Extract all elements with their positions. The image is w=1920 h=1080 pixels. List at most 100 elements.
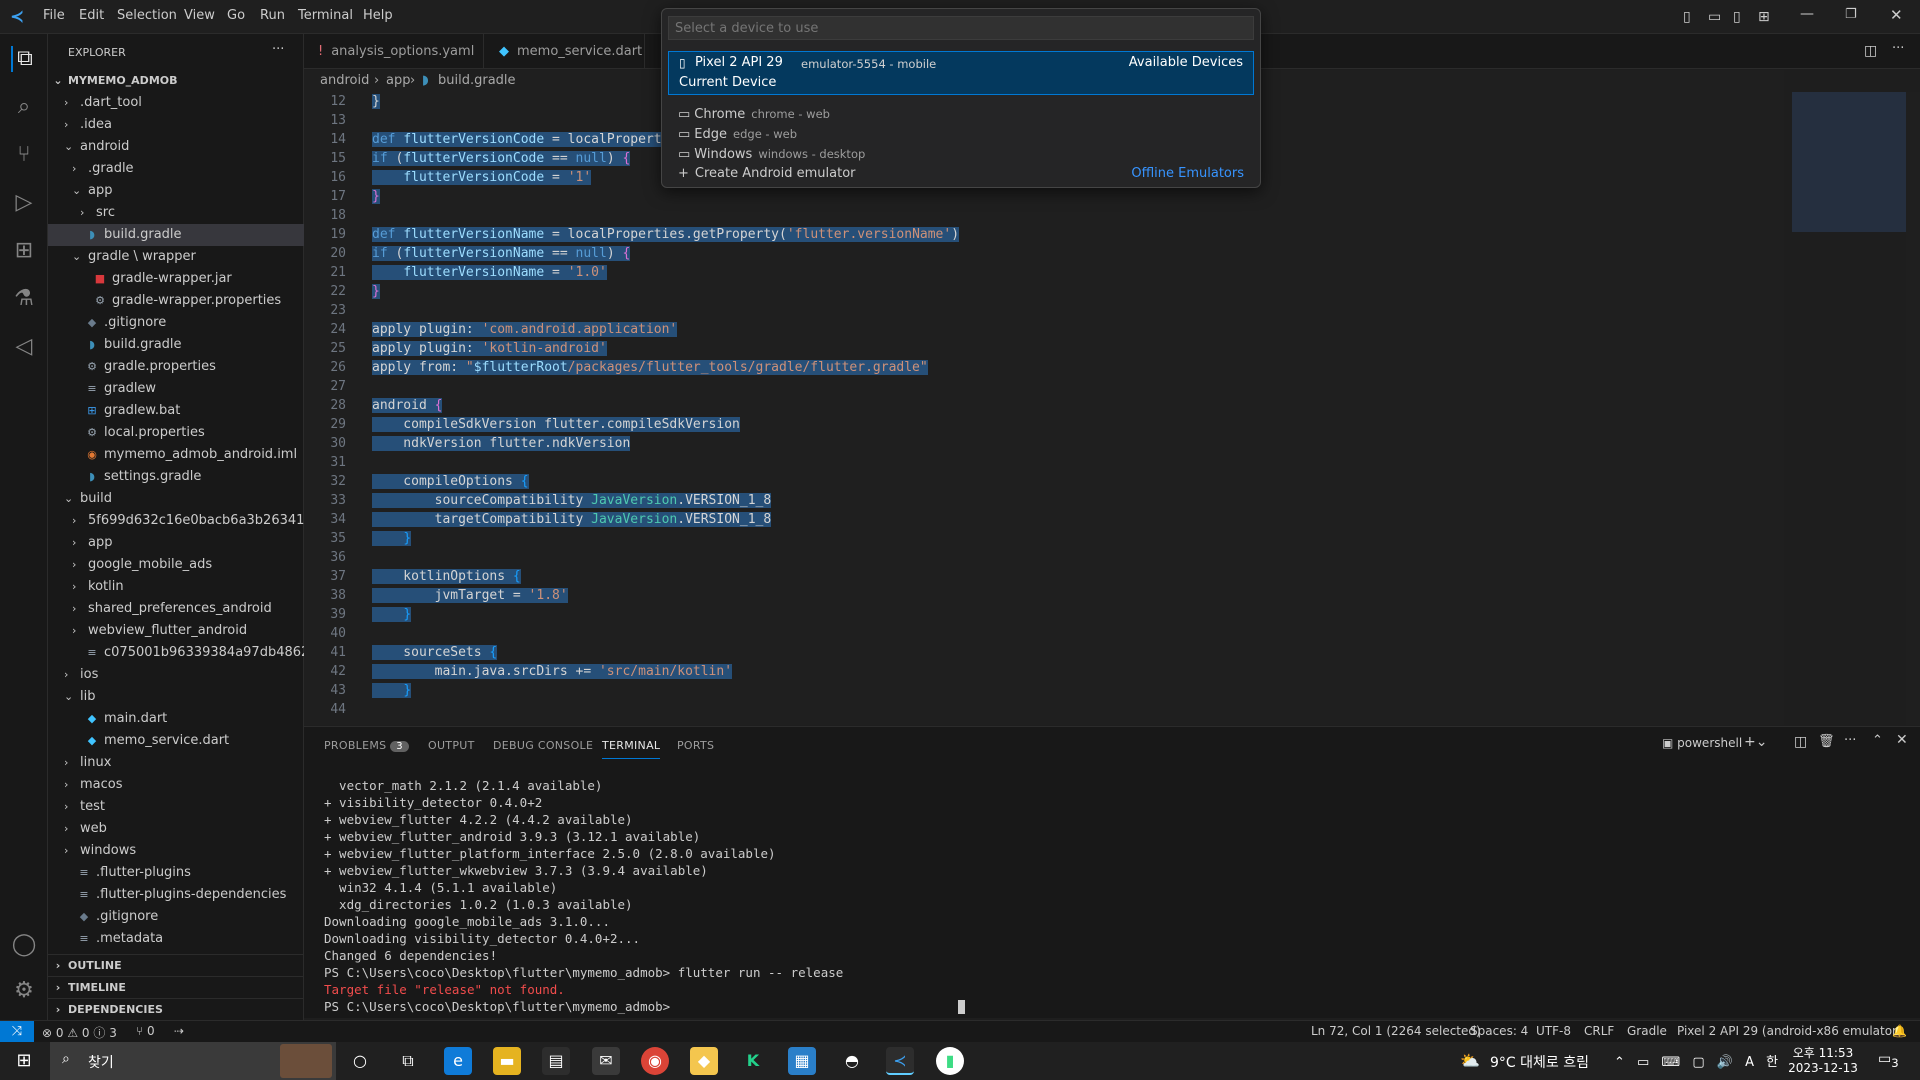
tree-item[interactable]: ◆ .gitignore [48, 906, 304, 928]
tree-item[interactable]: ⚙ gradle-wrapper.properties [48, 290, 304, 312]
flutter-device[interactable]: Pixel 2 API 29 (android-x86 emulator) [1677, 1024, 1902, 1038]
remote-indicator-icon[interactable]: ⤨ [0, 1021, 34, 1043]
menu-file[interactable]: File [43, 8, 65, 23]
tree-item[interactable]: › .gradle [48, 158, 304, 180]
tree-item[interactable]: ■ gradle-wrapper.jar [48, 268, 304, 290]
notifications-bell-icon[interactable]: 🔔 [1892, 1024, 1907, 1038]
tree-item[interactable]: ⌄ gradle \ wrapper [48, 246, 304, 268]
maximize-panel-icon[interactable]: ⌃ [1872, 733, 1883, 748]
minimize-icon[interactable]: — [1800, 6, 1814, 22]
language-mode[interactable]: Gradle [1627, 1024, 1667, 1038]
clock[interactable]: 오후 11:53 2023-12-13 [1788, 1044, 1858, 1075]
tree-item[interactable]: ≡ .flutter-plugins-dependencies [48, 884, 304, 906]
encoding[interactable]: UTF-8 [1536, 1024, 1571, 1038]
device-item-selected[interactable]: ▯ Pixel 2 API 29 emulator-5554 - mobile … [668, 51, 1254, 95]
menu-terminal[interactable]: Terminal [298, 8, 353, 23]
tree-item[interactable]: ◉ mymemo_admob_android.iml [48, 444, 304, 466]
breadcrumb-android[interactable]: android [320, 73, 369, 88]
kakao-icon[interactable]: ◆ [690, 1047, 718, 1075]
tree-item[interactable]: ⚙ local.properties [48, 422, 304, 444]
split-editor-icon[interactable]: ◫ [1864, 43, 1877, 59]
close-icon[interactable]: ✕ [1890, 6, 1903, 24]
tree-item[interactable]: ⊞ gradlew.bat [48, 400, 304, 422]
tab-memo-service[interactable]: ◆ memo_service.dart [485, 34, 645, 69]
device-item-chrome[interactable]: ▭ Chrome chrome - web [668, 103, 1254, 125]
menu-selection[interactable]: Selection [117, 8, 177, 23]
close-panel-icon[interactable]: ✕ [1896, 732, 1908, 748]
tree-item[interactable]: › test [48, 796, 304, 818]
tree-item[interactable]: ◆ .gitignore [48, 312, 304, 334]
tree-item[interactable]: ◗ build.gradle [48, 224, 304, 246]
weather-icon[interactable]: ⛅ [1460, 1051, 1480, 1070]
terminal-shell-selector[interactable]: ▣ powershell [1662, 736, 1742, 750]
section-dependencies[interactable]: › DEPENDENCIES [48, 998, 304, 1020]
terminal-output[interactable]: vector_math 2.1.2 (2.1.4 available) + vis… [304, 777, 1920, 1017]
task-view-icon[interactable]: ⧉ [394, 1047, 422, 1075]
tree-item[interactable]: › ios [48, 664, 304, 686]
split-terminal-icon[interactable]: ◫ [1794, 734, 1807, 750]
mail-icon[interactable]: ✉ [592, 1047, 620, 1075]
indentation[interactable]: Spaces: 4 [1470, 1024, 1528, 1038]
tree-item[interactable]: ≡ gradlew [48, 378, 304, 400]
flutter-icon[interactable]: ◁ [11, 334, 37, 360]
store-icon[interactable]: ▤ [542, 1047, 570, 1075]
menu-help[interactable]: Help [363, 8, 393, 23]
tree-item[interactable]: ⚙ gradle.properties [48, 356, 304, 378]
tree-item[interactable]: › google_mobile_ads [48, 554, 304, 576]
new-terminal-icon[interactable]: +⌄ [1744, 734, 1767, 750]
edge-icon[interactable]: e [444, 1047, 472, 1075]
section-timeline[interactable]: › TIMELINE [48, 976, 304, 998]
tree-item[interactable]: › .dart_tool [48, 92, 304, 114]
chrome-icon[interactable]: ◉ [641, 1047, 669, 1075]
explorer-icon[interactable]: ⧉ [11, 46, 37, 72]
search-icon[interactable]: ⌕ [11, 94, 37, 120]
source-control-icon[interactable]: ⑂ [11, 142, 37, 168]
create-emulator-item[interactable]: + Create Android emulator Offline Emulato… [668, 163, 1254, 185]
toggle-sidebar-icon[interactable]: ▯ [1683, 9, 1691, 25]
tree-item[interactable]: ⌄ lib [48, 686, 304, 708]
windows-start-icon[interactable]: ⊞ [10, 1047, 38, 1075]
section-outline[interactable]: › OUTLINE [48, 954, 304, 976]
toggle-secondary-sidebar-icon[interactable]: ▯ [1733, 9, 1741, 25]
settings-gear-icon[interactable]: ⚙ [11, 978, 37, 1004]
notification-center-icon[interactable]: ▭3 [1878, 1051, 1899, 1070]
tree-item[interactable]: › kotlin [48, 576, 304, 598]
menu-run[interactable]: Run [260, 8, 285, 23]
restore-icon[interactable]: ❐ [1845, 7, 1857, 22]
tree-item[interactable]: › app [48, 532, 304, 554]
more-actions-icon[interactable]: ··· [272, 42, 284, 57]
panel-more-icon[interactable]: ··· [1844, 733, 1856, 748]
file-explorer-icon[interactable]: ▬ [493, 1047, 521, 1075]
tab-problems[interactable]: PROBLEMS 3 [324, 739, 409, 752]
device-search-input[interactable] [668, 16, 1254, 40]
tab-terminal[interactable]: TERMINAL [602, 739, 661, 759]
cursor-position[interactable]: Ln 72, Col 1 (2264 selected) [1311, 1024, 1481, 1038]
taskbar-search-box[interactable]: ⌕ 찾기 [50, 1042, 336, 1080]
android-emulator-icon[interactable]: ▮ [936, 1047, 964, 1075]
extensions-icon[interactable]: ⊞ [11, 238, 37, 264]
account-icon[interactable]: ◯ [11, 932, 37, 958]
tab-ports[interactable]: PORTS [677, 739, 714, 752]
kotlin-app-icon[interactable]: K [739, 1047, 767, 1075]
menu-go[interactable]: Go [227, 8, 245, 23]
tree-item[interactable]: › src [48, 202, 304, 224]
calculator-icon[interactable]: ▦ [788, 1047, 816, 1075]
tree-item[interactable]: ⌄ build [48, 488, 304, 510]
menu-view[interactable]: View [184, 8, 215, 23]
tree-item[interactable]: ◆ memo_service.dart [48, 730, 304, 752]
customize-layout-icon[interactable]: ⊞ [1758, 9, 1770, 25]
tree-item[interactable]: › .idea [48, 114, 304, 136]
tab-debug-console[interactable]: DEBUG CONSOLE [493, 739, 593, 752]
tree-item[interactable]: › web [48, 818, 304, 840]
tree-item[interactable]: ◗ build.gradle [48, 334, 304, 356]
tree-item[interactable]: ⌄ app [48, 180, 304, 202]
game-app-icon[interactable]: ◓ [838, 1047, 866, 1075]
tree-item[interactable]: › 5f699d632c16e0bacb6a3b2634199... [48, 510, 333, 532]
vscode-taskbar-icon[interactable]: ≺ [886, 1047, 914, 1075]
problems-status[interactable]: ⊗ 0 ⚠ 0 ⓘ 3 [42, 1024, 117, 1041]
menu-edit[interactable]: Edit [79, 8, 104, 23]
cortana-icon[interactable]: ○ [346, 1047, 374, 1075]
device-item-windows[interactable]: ▭ Windows windows - desktop [668, 143, 1254, 165]
trash-icon[interactable]: 🗑 [1818, 734, 1835, 749]
tree-item[interactable]: ⌄ android [48, 136, 304, 158]
